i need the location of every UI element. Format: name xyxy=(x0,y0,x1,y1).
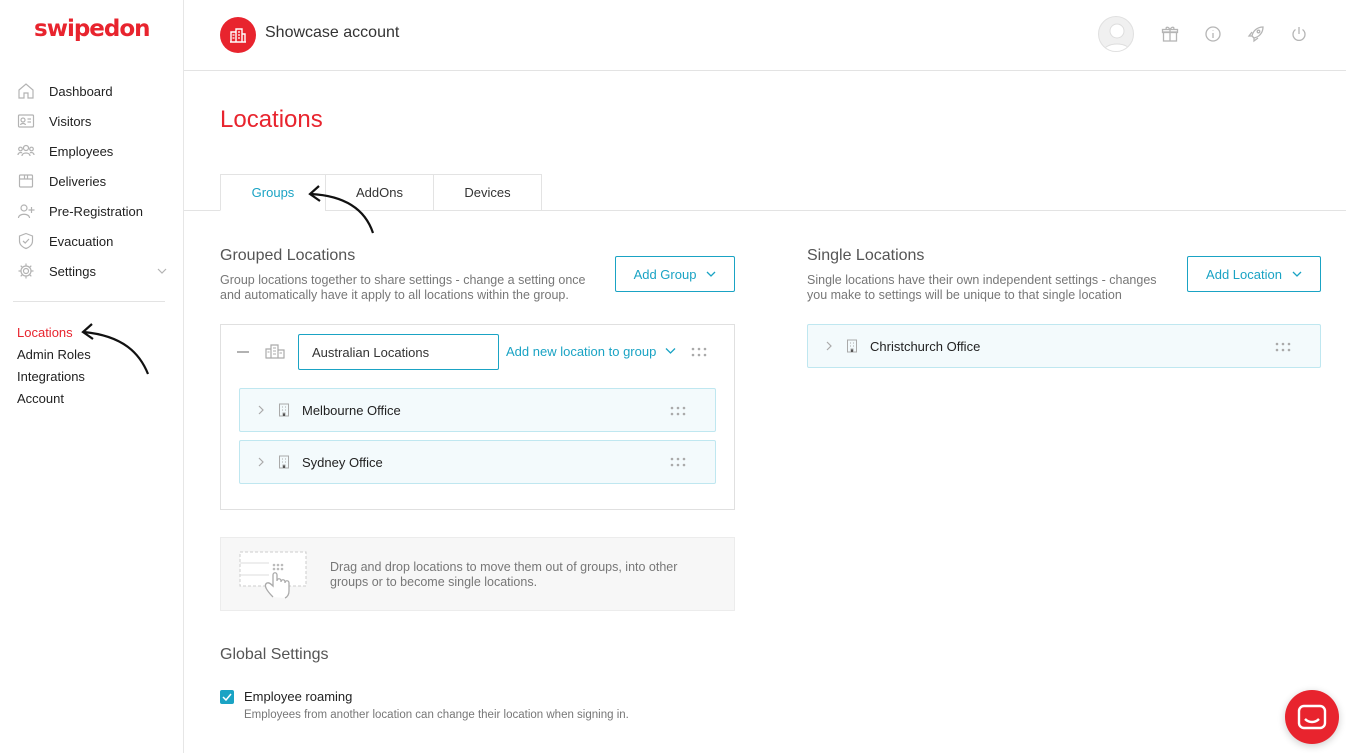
chat-launcher-button[interactable] xyxy=(1285,690,1339,744)
avatar[interactable] xyxy=(1098,16,1134,52)
tab-bar: Groups AddOns Devices xyxy=(220,174,542,211)
chevron-right-icon[interactable] xyxy=(824,341,834,351)
sidebar-item-deliveries[interactable]: Deliveries xyxy=(0,166,184,196)
drag-handle-icon[interactable] xyxy=(1275,342,1291,352)
description-line: and automatically have it apply to all l… xyxy=(220,288,569,302)
global-settings-title: Global Settings xyxy=(220,646,329,663)
check-icon xyxy=(222,693,232,701)
drag-handle-icon[interactable] xyxy=(691,347,707,357)
gear-icon xyxy=(18,263,34,279)
grouped-locations-title: Grouped Locations xyxy=(220,247,356,264)
id-card-icon xyxy=(17,114,35,128)
building-icon xyxy=(847,339,857,353)
employee-roaming-description: Employees from another location can chan… xyxy=(244,709,629,721)
buildings-icon xyxy=(265,344,285,359)
annotation-arrow xyxy=(81,323,150,375)
building-icon[interactable] xyxy=(220,17,256,53)
sidebar-item-label: Deliveries xyxy=(49,173,107,189)
annotation-arrow xyxy=(308,185,375,234)
hint-line: Drag and drop locations to move them out… xyxy=(330,560,678,574)
add-group-button[interactable]: Add Group xyxy=(615,256,735,292)
people-icon xyxy=(17,144,35,157)
location-name: Christchurch Office xyxy=(870,338,981,354)
sidebar-item-label: Evacuation xyxy=(49,233,114,249)
chevron-down-icon xyxy=(706,271,716,277)
drag-handle-icon[interactable] xyxy=(670,457,686,467)
sidebar-item-visitors[interactable]: Visitors xyxy=(0,106,184,136)
add-location-to-group-link[interactable]: Add new location to group xyxy=(506,344,656,359)
sidebar-item-label: Visitors xyxy=(49,113,92,129)
page-title: Locations xyxy=(220,106,323,133)
shield-icon xyxy=(18,232,34,250)
add-group-label: Add Group xyxy=(633,266,697,282)
top-bar: Showcase account xyxy=(184,0,1346,71)
add-location-button[interactable]: Add Location xyxy=(1187,256,1321,292)
gift-icon[interactable] xyxy=(1161,25,1179,43)
sidebar-item-label: Dashboard xyxy=(49,83,113,99)
drag-handle-icon[interactable] xyxy=(670,406,686,416)
location-row-christchurch[interactable]: Christchurch Office xyxy=(807,324,1321,368)
single-locations-description: Single locations have their own independ… xyxy=(807,273,1157,303)
drag-drop-text: Drag and drop locations to move them out… xyxy=(330,560,710,590)
add-location-label: Add Location xyxy=(1206,266,1282,282)
sidebar-item-employees[interactable]: Employees xyxy=(0,136,184,166)
home-icon xyxy=(18,83,34,99)
collapse-icon[interactable] xyxy=(237,351,249,353)
location-name: Sydney Office xyxy=(302,454,383,470)
sidebar-item-settings[interactable]: Settings xyxy=(0,256,184,286)
chat-icon xyxy=(1297,704,1327,730)
description-line: you make to settings will be unique to t… xyxy=(807,288,1122,302)
description-line: Single locations have their own independ… xyxy=(807,273,1157,287)
grouped-locations-description: Group locations together to share settin… xyxy=(220,273,586,303)
package-icon xyxy=(18,174,34,188)
swipedon-logo[interactable]: swipedon xyxy=(34,16,151,42)
drag-drop-hint: Drag and drop locations to move them out… xyxy=(220,537,735,611)
rocket-icon[interactable] xyxy=(1247,25,1265,43)
chevron-down-icon xyxy=(157,268,167,274)
sidebar-divider xyxy=(13,301,165,302)
user-add-icon xyxy=(17,204,35,219)
sidebar-nav: Dashboard Visitors Employees Deliveries … xyxy=(0,76,184,286)
location-row-sydney[interactable]: Sydney Office xyxy=(239,440,716,484)
employee-roaming-label[interactable]: Employee roaming xyxy=(244,689,352,704)
subnav-account[interactable]: Account xyxy=(17,389,91,411)
description-line: Group locations together to share settin… xyxy=(220,273,586,287)
building-icon xyxy=(279,403,289,417)
drag-hand-illustration xyxy=(239,551,307,599)
sidebar-item-label: Pre-Registration xyxy=(49,203,143,219)
sidebar-item-label: Settings xyxy=(49,263,96,279)
location-row-melbourne[interactable]: Melbourne Office xyxy=(239,388,716,432)
sidebar-item-dashboard[interactable]: Dashboard xyxy=(0,76,184,106)
sidebar-item-pre-registration[interactable]: Pre-Registration xyxy=(0,196,184,226)
building-icon xyxy=(279,455,289,469)
hint-line: groups or to become single locations. xyxy=(330,575,538,589)
account-name[interactable]: Showcase account xyxy=(265,24,399,42)
group-name-input[interactable] xyxy=(298,334,499,370)
chevron-down-icon[interactable] xyxy=(665,347,676,355)
location-name: Melbourne Office xyxy=(302,402,401,418)
info-icon[interactable] xyxy=(1204,25,1222,43)
sidebar: swipedon Dashboard Visitors Employees De… xyxy=(0,0,184,753)
tab-devices[interactable]: Devices xyxy=(433,174,542,211)
power-icon[interactable] xyxy=(1290,25,1308,43)
chevron-right-icon[interactable] xyxy=(256,405,266,415)
sidebar-item-label: Employees xyxy=(49,143,114,159)
employee-roaming-checkbox[interactable] xyxy=(220,690,234,704)
single-locations-title: Single Locations xyxy=(807,247,925,264)
sidebar-item-evacuation[interactable]: Evacuation xyxy=(0,226,184,256)
chevron-right-icon[interactable] xyxy=(256,457,266,467)
chevron-down-icon xyxy=(1292,271,1302,277)
